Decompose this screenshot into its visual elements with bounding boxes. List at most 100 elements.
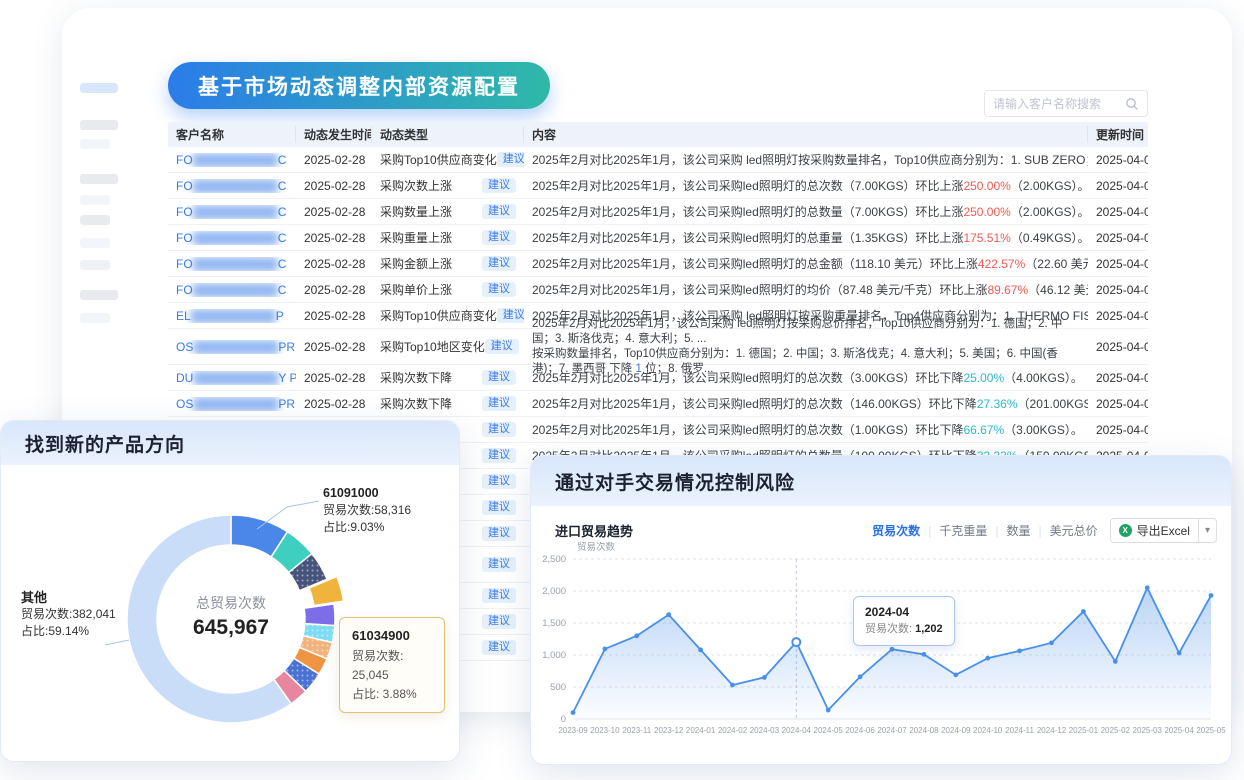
table-header: 客户名称 动态发生时间 动态类型 内容 更新时间 [168,122,1148,147]
suggestion-badge[interactable]: 建议 [482,526,516,541]
dynamic-content: 2025年2月对比2025年1月，该公司采购led照明灯的总次数（3.00KGS… [524,369,1088,386]
dynamic-content: 2025年2月对比2025年1月，该公司采购led照明灯的总数量（7.00KGS… [524,203,1088,220]
customer-search[interactable] [984,90,1148,117]
table-row: FO██████████C2025-02-28采购次数上涨建议2025年2月对比… [168,173,1148,199]
suggestion-badge[interactable]: 建议 [482,557,516,572]
risk-control-panel: 通过对手交易情况控制风险 进口贸易趋势 贸易次数|千克重量|数量|美元总价 X … [530,455,1232,765]
update-time: 2025-04-01 [1088,153,1148,167]
donut-tooltip: 61034900 贸易次数: 25,045 占比: 3.88% [339,617,445,713]
suggestion-badge[interactable]: 建议 [482,422,516,437]
svg-text:2024-03: 2024-03 [750,726,780,735]
window-minimize-icon[interactable] [110,25,121,36]
dynamic-content: 2025年2月对比2025年1月，该公司采购 led照明灯按采购数量排名，Top… [524,151,1088,168]
customer-link[interactable]: OS██████████PRIVA... [176,397,296,411]
svg-text:2024-04: 2024-04 [782,726,812,735]
customer-link[interactable]: FO██████████C [176,231,286,245]
svg-text:2025-04: 2025-04 [1164,726,1194,735]
dynamic-date: 2025-02-28 [296,205,372,219]
svg-text:2,500: 2,500 [542,554,566,565]
table-row: FO██████████C 2025-02-28 采购金额上涨 建议 2025年2月对比… [168,251,1148,277]
customer-link[interactable]: FO██████████C [176,179,286,193]
customer-link[interactable]: EL██████████P [176,309,284,323]
panel-title: 找到新的产品方向 [1,421,459,465]
suggestion-badge[interactable]: 建议 [482,474,516,489]
product-direction-panel: 找到新的产品方向 总贸易次数 645,967 61091000 贸易次数:58,… [0,420,460,762]
dynamic-date: 2025-02-28 [296,231,372,245]
svg-text:2024-12: 2024-12 [1037,726,1067,735]
update-time: 2025-04-01 [1088,205,1148,219]
col-customer-name: 客户名称 [168,126,296,143]
dynamic-content: 2025年2月对比2025年1月，该公司采购led照明灯的总金额（118.10 … [524,255,1088,272]
suggestion-badge[interactable]: 建议 [482,178,516,193]
update-time: 2025-04-01 [1088,397,1148,411]
svg-text:1,500: 1,500 [542,618,566,629]
dynamic-content: 2025年2月对比2025年1月，该公司采购led照明灯的总次数（7.00KGS… [524,177,1088,194]
update-time: 2025-04-01 [1088,283,1148,297]
customer-link[interactable]: FO██████████C [176,257,286,271]
dynamic-content: 2025年2月对比2025年1月，该公司采购led照明灯的总重量（1.35KGS… [524,229,1088,246]
chart-tooltip: 2024-04 贸易次数: 1,202 [853,596,955,646]
dynamic-date: 2025-02-28 [296,153,372,167]
donut-callout-other: 其他 贸易次数:382,041 占比:59.14% [21,589,116,640]
table-row: DU██████████Y PROD...2025-02-28 采购次数下降 建议 2… [168,365,1148,391]
dynamic-content: 2025年2月对比2025年1月，该公司采购 led照明灯按采购总价排名，Top… [524,317,1088,377]
suggestion-badge[interactable]: 建议 [482,640,516,655]
suggestion-badge[interactable]: 建议 [482,370,516,385]
svg-text:2023-11: 2023-11 [622,726,651,735]
table-row: FO██████████C 2025-02-28 采购数量上涨 建议 2025年2月对比… [168,199,1148,225]
svg-text:2024-05: 2024-05 [814,726,844,735]
svg-text:2024-09: 2024-09 [941,726,971,735]
suggestion-badge[interactable]: 建议 [482,500,516,515]
dynamic-content: 2025年2月对比2025年1月，该公司采购led照明灯的总次数（146.00K… [524,395,1088,412]
suggestion-badge[interactable]: 建议 [482,204,516,219]
suggestion-badge[interactable]: 建议 [482,614,516,629]
suggestion-badge[interactable]: 建议 [497,308,524,323]
search-icon [1125,97,1139,111]
suggestion-badge[interactable]: 建议 [485,339,519,354]
customer-link[interactable]: FO██████████C [176,205,286,219]
suggestion-badge[interactable]: 建议 [482,230,516,245]
dynamic-type: 采购数量上涨 [380,203,452,220]
update-time: 2025-04-01 [1088,257,1148,271]
suggestion-badge[interactable]: 建议 [482,396,516,411]
col-update-time: 更新时间 [1088,126,1148,143]
suggestion-badge[interactable]: 建议 [482,256,516,271]
table-row: FO██████████C2025-02-28采购单价上涨建议2025年2月对比… [168,277,1148,303]
dynamic-date: 2025-02-28 [296,397,372,411]
dynamic-type: 采购Top10供应商变化 [380,151,497,168]
svg-text:2024-06: 2024-06 [845,726,875,735]
dynamic-content: 2025年2月对比2025年1月，该公司采购led照明灯的总次数（1.00KGS… [524,421,1088,438]
dynamic-type: 采购单价上涨 [380,281,452,298]
table-row: OS██████████PRIVA...2025-02-28采购次数下降建议20… [168,391,1148,417]
window-zoom-icon[interactable] [128,25,139,36]
suggestion-badge[interactable]: 建议 [482,588,516,603]
suggestion-badge[interactable]: 建议 [497,152,524,167]
window-close-icon[interactable] [92,25,103,36]
svg-text:2024-08: 2024-08 [909,726,939,735]
svg-text:2024-02: 2024-02 [718,726,748,735]
svg-text:2024-10: 2024-10 [973,726,1003,735]
dynamic-date: 2025-02-28 [296,257,372,271]
dynamic-type: 采购次数下降 [380,369,452,386]
customer-link[interactable]: OS██████████PRIVA... [176,340,296,354]
dynamic-type: 采购Top10供应商变化 [380,307,497,324]
update-time: 2025-04-01 [1088,309,1148,323]
svg-text:2023-12: 2023-12 [654,726,684,735]
dynamic-type: 采购Top10地区变化 [380,338,485,355]
search-input[interactable] [993,97,1125,111]
svg-text:0: 0 [561,714,566,725]
dynamic-type: 采购金额上涨 [380,255,452,272]
dynamic-date: 2025-02-28 [296,371,372,385]
page: 基于市场动态调整内部资源配置 客户名称 动态发生时间 动态类型 内容 更新时间 … [0,0,1244,780]
customer-link[interactable]: FO██████████C [176,153,286,167]
suggestion-badge[interactable]: 建议 [482,448,516,463]
table-row: FO██████████C2025-02-28采购重量上涨建议2025年2月对比… [168,225,1148,251]
svg-text:500: 500 [550,682,566,693]
customer-link[interactable]: DU██████████Y PROD... [176,371,296,385]
svg-text:2025-05: 2025-05 [1196,726,1226,735]
svg-text:2023-10: 2023-10 [590,726,620,735]
suggestion-badge[interactable]: 建议 [482,282,516,297]
svg-text:贸易次数: 贸易次数 [577,541,616,553]
customer-link[interactable]: FO██████████C [176,283,286,297]
update-time: 2025-04-01 [1088,231,1148,245]
